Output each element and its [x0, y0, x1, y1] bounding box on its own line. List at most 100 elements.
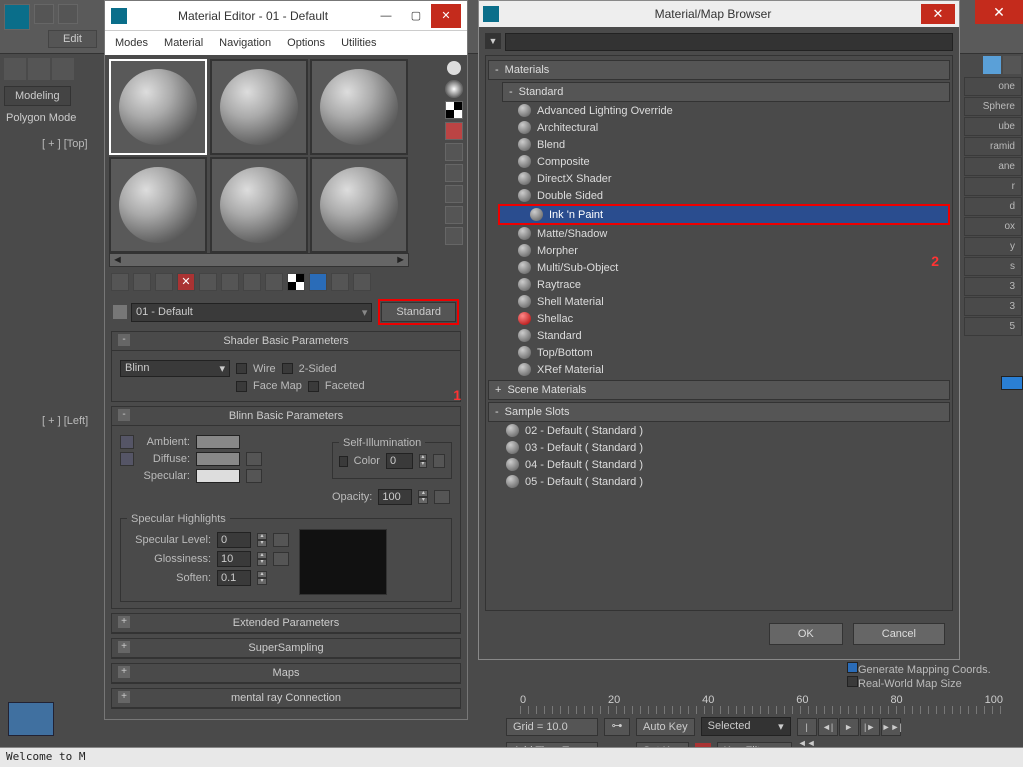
show-map-icon[interactable] [287, 273, 305, 291]
rollout-header[interactable]: - Blinn Basic Parameters [112, 407, 460, 426]
sample-slot[interactable] [310, 157, 408, 253]
modeling-tab[interactable]: Modeling [4, 86, 71, 106]
spin-down-icon[interactable]: ▾ [418, 497, 428, 504]
sample-slot[interactable] [310, 59, 408, 155]
diffuse-swatch[interactable] [196, 452, 240, 466]
mat-id-icon[interactable] [265, 273, 283, 291]
material-list-item[interactable]: Blend [488, 136, 950, 153]
group-scene-materials[interactable]: +Scene Materials [488, 380, 950, 400]
object-type-button[interactable]: one [964, 77, 1022, 96]
si-color-checkbox[interactable] [339, 456, 348, 467]
rollout-header[interactable]: - Shader Basic Parameters [112, 332, 460, 351]
browser-search-input[interactable] [505, 33, 953, 51]
expand-icon[interactable]: + [118, 691, 130, 703]
material-list-item[interactable]: Top/Bottom [488, 344, 950, 361]
material-list-item[interactable]: Morpher [488, 242, 950, 259]
group-materials[interactable]: -Materials [488, 60, 950, 80]
object-type-button[interactable]: ube [964, 117, 1022, 136]
options-icon[interactable] [445, 185, 463, 203]
key-target-dropdown[interactable]: Selected▾ [701, 717, 791, 736]
material-list-item[interactable]: Double Sided [488, 187, 950, 204]
opacity-map-button[interactable] [434, 490, 450, 504]
browser-menu-icon[interactable]: ▼ [485, 33, 501, 49]
play-icon[interactable]: ► [839, 718, 859, 736]
rollout-header[interactable]: +Maps [112, 664, 460, 683]
specular-swatch[interactable] [196, 469, 240, 483]
object-type-button[interactable]: d [964, 197, 1022, 216]
material-list-item[interactable]: Matte/Shadow [488, 225, 950, 242]
face-map-checkbox[interactable] [236, 381, 247, 392]
opacity-spinner[interactable]: 100 [378, 489, 412, 505]
sample-type-icon[interactable] [447, 61, 461, 75]
object-type-button[interactable]: ox [964, 217, 1022, 236]
video-check-icon[interactable] [445, 143, 463, 161]
material-name-dropdown[interactable]: 01 - Default ▾ [131, 303, 372, 322]
si-map-button[interactable] [433, 454, 445, 468]
unlink-tool-icon[interactable] [28, 58, 50, 80]
put-to-library-icon[interactable] [243, 273, 261, 291]
ok-button[interactable]: OK [769, 623, 843, 645]
cancel-button[interactable]: Cancel [853, 623, 945, 645]
si-value-spinner[interactable]: 0 [386, 453, 413, 469]
object-type-button[interactable]: 5 [964, 317, 1022, 336]
ambient-swatch[interactable] [196, 435, 240, 449]
spec-level-map-button[interactable] [273, 533, 289, 547]
real-world-checkbox[interactable] [847, 676, 858, 687]
material-list-item[interactable]: Multi/Sub-Object [488, 259, 950, 276]
group-standard[interactable]: -Standard [502, 82, 950, 102]
show-end-result-icon[interactable] [309, 273, 327, 291]
material-list-item[interactable]: Composite [488, 153, 950, 170]
material-list-item[interactable]: Shellac [488, 310, 950, 327]
spin-down-icon[interactable]: ▾ [419, 461, 426, 468]
sample-slot-list-item[interactable]: 02 - Default ( Standard ) [488, 422, 950, 439]
gen-mapping-checkbox[interactable] [847, 662, 858, 673]
faceted-checkbox[interactable] [308, 381, 319, 392]
sample-slot-list-item[interactable]: 03 - Default ( Standard ) [488, 439, 950, 456]
scroll-left-icon[interactable]: ◄ [112, 254, 123, 266]
sample-slot-list-item[interactable]: 05 - Default ( Standard ) [488, 473, 950, 490]
auto-key-button[interactable]: Auto Key [636, 718, 695, 736]
assign-to-selection-icon[interactable] [155, 273, 173, 291]
material-list-item[interactable]: Raytrace [488, 276, 950, 293]
spin-down-icon[interactable]: ▾ [257, 578, 267, 585]
create-tab-icon[interactable] [983, 56, 1001, 74]
sample-scrollbar[interactable]: ◄► [109, 253, 409, 267]
diffuse-lock-icon[interactable] [120, 452, 134, 466]
bind-tool-icon[interactable] [52, 58, 74, 80]
spin-down-icon[interactable]: ▾ [257, 559, 267, 566]
spin-down-icon[interactable]: ▾ [257, 540, 267, 547]
material-type-button[interactable]: Standard [381, 302, 456, 322]
reset-icon[interactable]: ✕ [177, 273, 195, 291]
next-frame-icon[interactable]: |► [860, 718, 880, 736]
rollout-header[interactable]: +SuperSampling [112, 639, 460, 658]
color-swatch[interactable] [1001, 376, 1023, 390]
rollout-header[interactable]: +Extended Parameters [112, 614, 460, 633]
object-type-button[interactable]: Sphere [964, 97, 1022, 116]
close-button[interactable]: ✕ [921, 4, 955, 24]
object-type-button[interactable]: 3 [964, 297, 1022, 316]
two-sided-checkbox[interactable] [282, 363, 293, 374]
close-button[interactable]: ✕ [431, 4, 461, 28]
key-mode-icon[interactable]: ⊶ [604, 718, 630, 736]
maximize-button[interactable]: ▢ [401, 4, 431, 28]
material-list-item[interactable]: Advanced Lighting Override [488, 102, 950, 119]
goto-end-icon[interactable]: ►►| [881, 718, 901, 736]
background-icon[interactable] [445, 101, 463, 119]
spin-up-icon[interactable]: ▴ [419, 454, 426, 461]
scroll-right-icon[interactable]: ► [395, 254, 406, 266]
specular-map-button[interactable] [246, 469, 262, 483]
get-material-icon[interactable] [111, 273, 129, 291]
spin-up-icon[interactable]: ▴ [257, 533, 267, 540]
ambient-lock-icon[interactable] [120, 435, 134, 449]
modify-tab-icon[interactable] [1003, 56, 1021, 74]
material-list-item[interactable]: Architectural [488, 119, 950, 136]
link-tool-icon[interactable] [4, 58, 26, 80]
mtl-id-icon[interactable] [445, 227, 463, 245]
object-type-button[interactable]: s [964, 257, 1022, 276]
menu-navigation[interactable]: Navigation [219, 37, 271, 49]
preview-icon[interactable] [445, 164, 463, 182]
soften-spinner[interactable]: 0.1 [217, 570, 251, 586]
put-to-scene-icon[interactable] [133, 273, 151, 291]
sample-slot-list-item[interactable]: 04 - Default ( Standard ) [488, 456, 950, 473]
eyedropper-icon[interactable] [113, 305, 127, 319]
